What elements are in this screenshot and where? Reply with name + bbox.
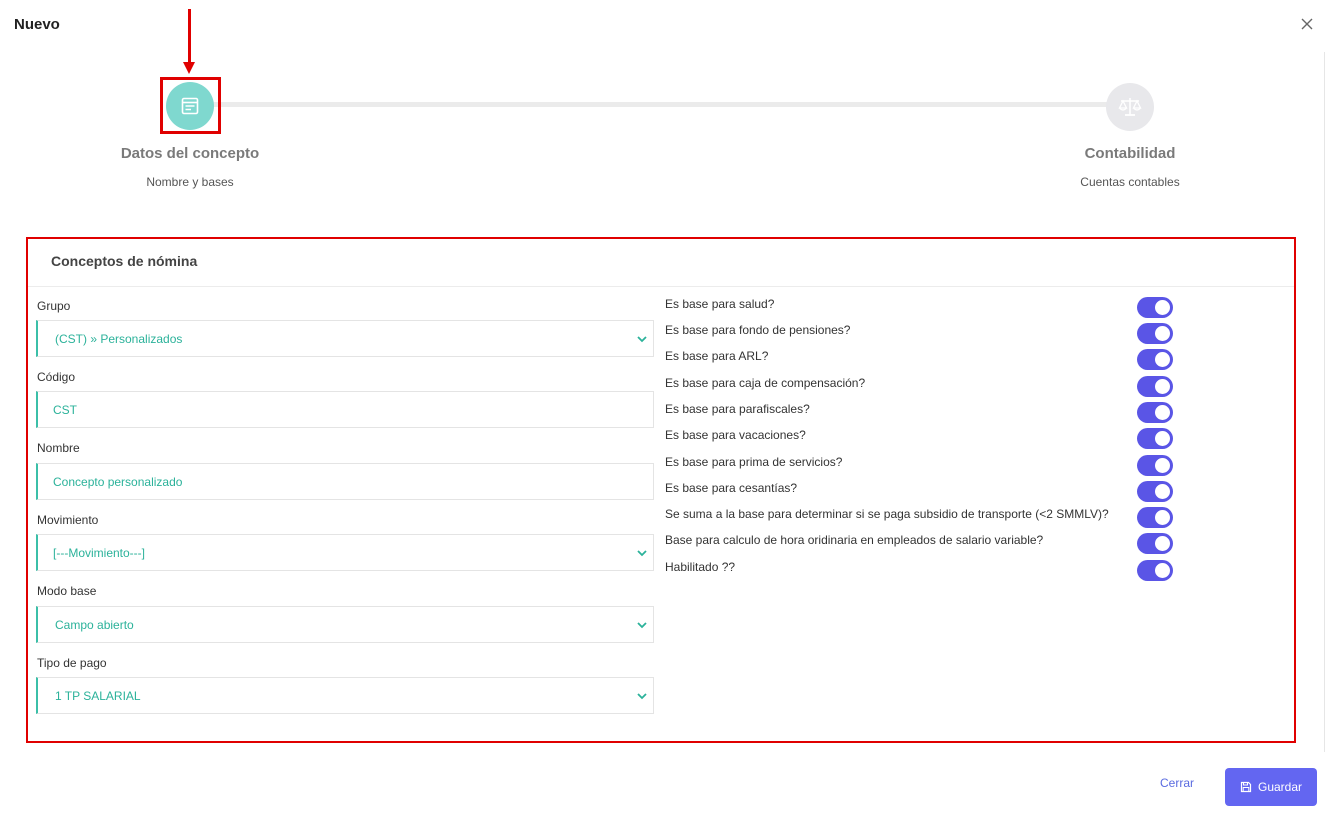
toggle-prima[interactable] (1137, 455, 1173, 476)
toggle-label-caja: Es base para caja de compensación? (665, 376, 866, 390)
toggle-subsidio[interactable] (1137, 507, 1173, 528)
modal-title: Nuevo (14, 16, 60, 33)
toggle-hora-ordinaria[interactable] (1137, 533, 1173, 554)
chevron-down-icon (637, 336, 647, 343)
tipo-pago-value: 1 TP SALARIAL (55, 688, 141, 703)
step-1-subtitle: Nombre y bases (146, 175, 234, 189)
toggle-pensiones[interactable] (1137, 323, 1173, 344)
grupo-label: Grupo (37, 299, 71, 313)
chevron-down-icon (637, 693, 647, 700)
annotation-arrow-head (183, 62, 195, 74)
step-2-title: Contabilidad (1084, 145, 1176, 162)
movimiento-value: [---Movimiento---] (53, 545, 145, 560)
modo-base-value: Campo abierto (55, 617, 134, 632)
toggle-label-subsidio: Se suma a la base para determinar si se … (665, 507, 1109, 521)
annotation-arrow (188, 9, 191, 67)
toggle-label-prima: Es base para prima de servicios? (665, 455, 843, 469)
card-title: Conceptos de nómina (51, 253, 198, 269)
step-1-highlight (160, 77, 221, 134)
tipo-pago-select[interactable]: 1 TP SALARIAL (36, 677, 654, 714)
save-icon (1240, 781, 1252, 793)
toggle-arl[interactable] (1137, 349, 1173, 370)
nombre-input[interactable]: Concepto personalizado (36, 463, 654, 500)
toggle-label-hora-ordinaria: Base para calculo de hora oridinaria en … (665, 533, 1044, 547)
movimiento-label: Movimiento (37, 513, 99, 527)
toggle-label-vacaciones: Es base para vacaciones? (665, 428, 806, 442)
concept-form-card: Conceptos de nómina Grupo (CST) » Person… (26, 237, 1296, 743)
modo-base-label: Modo base (37, 584, 97, 598)
step-2-subtitle: Cuentas contables (1080, 175, 1180, 189)
movimiento-select[interactable]: [---Movimiento---] (36, 534, 654, 571)
save-button-label: Guardar (1257, 780, 1303, 794)
codigo-label: Código (37, 370, 76, 384)
save-button[interactable]: Guardar (1225, 768, 1317, 806)
toggle-cesantias[interactable] (1137, 481, 1173, 502)
close-icon[interactable] (1299, 16, 1315, 32)
chevron-down-icon (637, 550, 647, 557)
modo-base-select[interactable]: Campo abierto (36, 606, 654, 643)
toggle-parafiscales[interactable] (1137, 402, 1173, 423)
codigo-input[interactable]: CST (36, 391, 654, 428)
toggle-label-habilitado: Habilitado ?? (665, 560, 736, 574)
chevron-down-icon (637, 622, 647, 629)
toggle-habilitado[interactable] (1137, 560, 1173, 581)
card-header: Conceptos de nómina (28, 239, 1294, 287)
toggle-vacaciones[interactable] (1137, 428, 1173, 449)
toggle-caja[interactable] (1137, 376, 1173, 397)
nombre-value: Concepto personalizado (53, 474, 183, 489)
cancel-button[interactable]: Cerrar (1160, 776, 1194, 790)
nombre-label: Nombre (37, 441, 80, 455)
toggle-label-arl: Es base para ARL? (665, 349, 769, 363)
stepper-track (190, 102, 1130, 107)
step-1-title: Datos del concepto (120, 145, 260, 162)
scale-icon (1118, 98, 1142, 116)
toggle-label-pensiones: Es base para fondo de pensiones? (665, 323, 851, 337)
codigo-value: CST (53, 402, 77, 417)
grupo-select[interactable]: (CST) » Personalizados (36, 320, 654, 357)
toggle-label-salud: Es base para salud? (665, 297, 775, 311)
tipo-pago-label: Tipo de pago (37, 656, 107, 670)
toggle-salud[interactable] (1137, 297, 1173, 318)
step-2-circle[interactable] (1106, 83, 1154, 131)
toggle-label-cesantias: Es base para cesantías? (665, 481, 798, 495)
toggle-label-parafiscales: Es base para parafiscales? (665, 402, 810, 416)
grupo-value: (CST) » Personalizados (55, 331, 183, 346)
